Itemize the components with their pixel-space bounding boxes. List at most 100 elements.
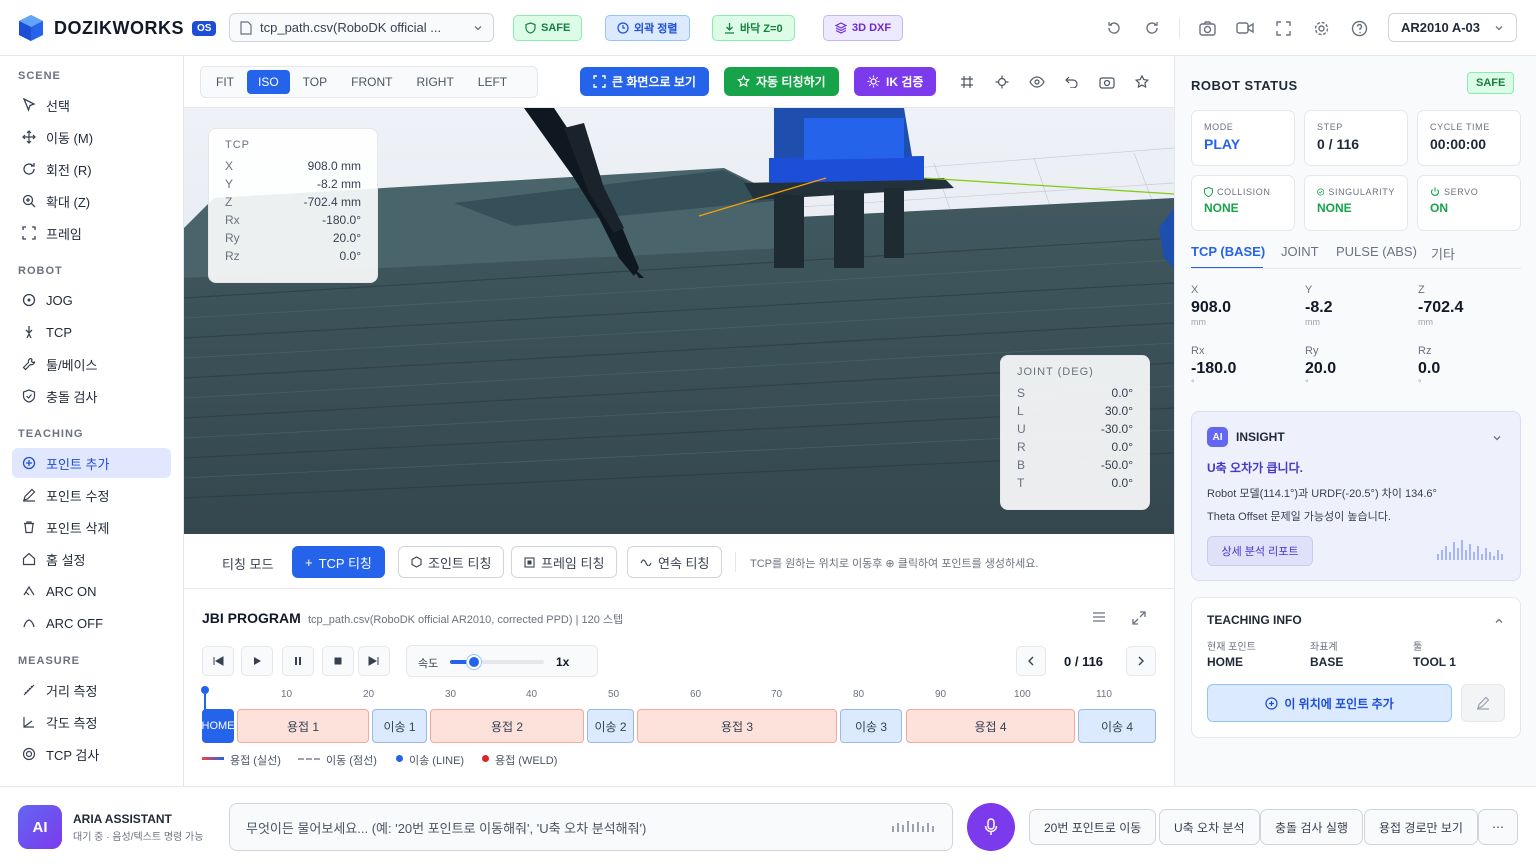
sidebar-item-zoom[interactable]: 확대 (Z) (12, 186, 171, 216)
chevron-up-icon[interactable] (1494, 614, 1504, 629)
pause-button[interactable] (282, 646, 314, 676)
segment-weld-3[interactable]: 용접 3 (637, 709, 837, 743)
edit-point-button[interactable] (1461, 684, 1505, 722)
quick-action-u-error[interactable]: U축 오차 분석 (1159, 809, 1260, 845)
sidebar-item-arc-off[interactable]: ARC OFF (12, 608, 171, 638)
3d-viewport[interactable]: TCP X 908.0 mm Y -8.2 mm Z -702.4 mm Rx -180… (184, 108, 1174, 534)
sidebar-item-select[interactable]: 선택 (12, 90, 171, 120)
view-top[interactable]: TOP (292, 70, 338, 94)
quick-action-weld-path[interactable]: 용접 경로만 보기 (1364, 809, 1478, 845)
frame-teach-button[interactable]: 프레임 티칭 (511, 546, 618, 578)
view-right[interactable]: RIGHT (405, 70, 464, 94)
next-step-button[interactable] (1126, 646, 1156, 676)
sidebar-item-angle[interactable]: 각도 측정 (12, 707, 171, 737)
sidebar-item-home[interactable]: 홈 설정 (12, 544, 171, 574)
tab-tcp-base[interactable]: TCP (BASE) (1191, 244, 1265, 259)
sidebar-item-add-point[interactable]: 포인트 추가 (12, 448, 171, 478)
sidebar-item-edit-point[interactable]: 포인트 수정 (12, 480, 171, 510)
report-button[interactable]: 상세 분석 리포트 (1207, 536, 1313, 566)
crosshair-icon[interactable] (994, 74, 1010, 90)
video-icon[interactable] (1234, 17, 1256, 39)
sidebar-item-collision[interactable]: 충돌 검사 (12, 381, 171, 411)
sidebar-item-delete-point[interactable]: 포인트 삭제 (12, 512, 171, 542)
outline-align-pill[interactable]: 외곽 정렬 (605, 15, 690, 41)
segment-move-2[interactable]: 이송 2 (587, 709, 634, 743)
file-selector[interactable]: tcp_path.csv(RoboDK official ... (229, 13, 494, 42)
continuous-teach-button[interactable]: 연속 티칭 (627, 546, 723, 578)
gear-icon[interactable] (1310, 17, 1332, 39)
more-icon: ⋯ (1492, 820, 1504, 834)
zoom-in-icon (22, 194, 36, 208)
view-fit[interactable]: FIT (205, 70, 245, 94)
expand-icon[interactable] (1272, 17, 1294, 39)
segment-move-1[interactable]: 이송 1 (372, 709, 427, 743)
dxf-pill[interactable]: 3D DXF (823, 15, 904, 41)
camera-icon[interactable] (1099, 74, 1115, 90)
mic-button[interactable] (967, 803, 1015, 851)
chevron-down-icon[interactable] (1492, 431, 1502, 446)
grid-icon[interactable] (959, 74, 975, 90)
move-icon (22, 130, 36, 144)
view-left[interactable]: LEFT (467, 70, 518, 94)
segment-home[interactable]: HOME (202, 709, 235, 743)
view-front[interactable]: FRONT (340, 70, 403, 94)
tab-pulse[interactable]: PULSE (ABS) (1336, 244, 1417, 259)
insight-title: INSIGHT (1236, 430, 1285, 444)
sidebar-item-arc-on[interactable]: ARC ON (12, 576, 171, 606)
play-icon (254, 657, 261, 665)
sidebar-item-tool-base[interactable]: 툴/베이스 (12, 349, 171, 379)
prev-step-button[interactable] (1016, 646, 1046, 676)
quick-action-go-20[interactable]: 20번 포인트로 이동 (1029, 809, 1157, 845)
tab-joint[interactable]: JOINT (1281, 244, 1319, 259)
add-point-here-button[interactable]: 이 위치에 포인트 추가 (1207, 684, 1452, 722)
segment-move-3[interactable]: 이송 3 (840, 709, 902, 743)
speed-label: 속도 (418, 658, 439, 670)
camera-icon[interactable] (1196, 17, 1218, 39)
floor-z-pill[interactable]: 바닥 Z=0 (712, 15, 795, 41)
tab-etc[interactable]: 기타 (1431, 244, 1455, 263)
help-icon[interactable] (1348, 17, 1370, 39)
ik-verify-button[interactable]: IK 검증 (854, 67, 937, 96)
speed-slider[interactable] (450, 655, 544, 669)
sidebar-item-jog[interactable]: JOG (12, 285, 171, 315)
robot-selector[interactable]: AR2010 A-03 (1388, 13, 1517, 42)
list-icon[interactable] (1092, 611, 1106, 626)
star-icon[interactable] (1134, 74, 1150, 90)
joint-teach-button[interactable]: 조인트 티칭 (398, 546, 505, 578)
tcp-teach-button[interactable]: + TCP 티칭 (292, 546, 385, 578)
redo-icon[interactable] (1141, 17, 1163, 39)
target-icon (617, 22, 629, 34)
expand-icon[interactable] (1132, 611, 1146, 628)
shield-check-icon (22, 389, 36, 403)
undo-icon[interactable] (1064, 74, 1080, 90)
sidebar-item-distance[interactable]: 거리 측정 (12, 675, 171, 705)
play-button[interactable] (241, 646, 273, 676)
speed-slider-handle[interactable] (466, 655, 481, 669)
plus-circle-icon (1265, 696, 1278, 710)
sidebar-item-tcp-check[interactable]: TCP 검사 (12, 739, 171, 769)
sidebar-item-rotate[interactable]: 회전 (R) (12, 154, 171, 184)
undo-icon[interactable] (1103, 17, 1125, 39)
stop-button[interactable] (322, 646, 354, 676)
waveform-icon (1437, 540, 1503, 560)
more-button[interactable]: ⋯ (1478, 809, 1518, 845)
view-iso[interactable]: ISO (247, 70, 290, 94)
coord-system-value: BASE (1310, 655, 1344, 669)
assistant-input[interactable]: 무엇이든 물어보세요... (예: '20번 포인트로 이동해줘', 'U축 오… (229, 803, 953, 851)
auto-teach-button[interactable]: 자동 티칭하기 (724, 67, 839, 96)
quick-action-collision[interactable]: 충돌 검사 실행 (1260, 809, 1363, 845)
file-name: tcp_path.csv(RoboDK official ... (260, 20, 442, 35)
skip-back-button[interactable] (202, 646, 234, 676)
sidebar-item-frame[interactable]: 프레임 (12, 218, 171, 248)
tab-divider (1191, 268, 1521, 269)
sidebar-item-tcp[interactable]: TCP (12, 317, 171, 347)
fullscreen-button[interactable]: 큰 화면으로 보기 (580, 67, 709, 96)
segment-weld-1[interactable]: 용접 1 (237, 709, 369, 743)
segment-weld-4[interactable]: 용접 4 (906, 709, 1075, 743)
skip-forward-button[interactable] (358, 646, 390, 676)
eye-icon[interactable] (1029, 74, 1045, 90)
segment-move-4[interactable]: 이송 4 (1078, 709, 1156, 743)
segment-weld-2[interactable]: 용접 2 (430, 709, 584, 743)
safe-pill[interactable]: SAFE (513, 15, 583, 41)
sidebar-item-move[interactable]: 이동 (M) (12, 122, 171, 152)
